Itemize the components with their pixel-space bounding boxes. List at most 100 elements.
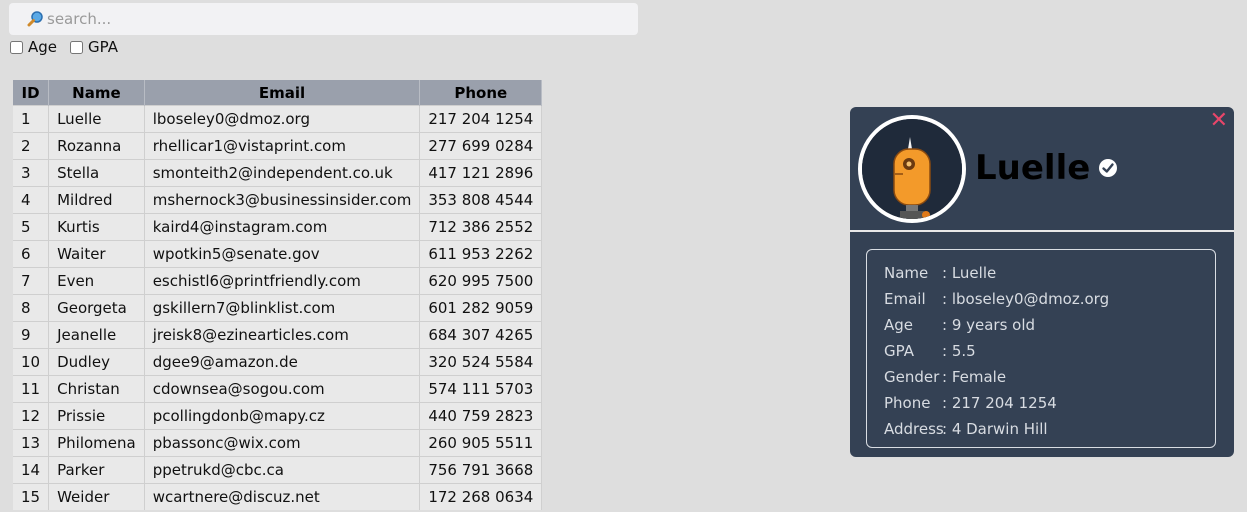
- gpa-checkbox[interactable]: [70, 40, 84, 54]
- filter-age[interactable]: Age: [9, 38, 57, 56]
- students-table: ID Name Email Phone 1 Luelle lboseley0@dmo…: [13, 80, 543, 510]
- cell-id: 3: [13, 159, 50, 187]
- cell-name: Kurtis: [48, 213, 145, 241]
- table-row[interactable]: 11 Christan cdownsea@sogou.com 574 111 5703: [13, 375, 543, 403]
- table-row[interactable]: 1 Luelle lboseley0@dmoz.org 217 204 1254: [13, 105, 543, 133]
- detail-label: Phone: [884, 394, 931, 412]
- detail-value: : 217 204 1254: [942, 394, 1057, 412]
- cell-id: 9: [13, 321, 50, 349]
- detail-label: Gender: [884, 368, 940, 386]
- table-row[interactable]: 12 Prissie pcollingdonb@mapy.cz 440 759 282…: [13, 402, 543, 430]
- cell-name: Mildred: [48, 186, 145, 214]
- cell-name: Prissie: [48, 402, 145, 430]
- detail-value: : 5.5: [942, 342, 976, 360]
- close-icon[interactable]: ✕: [1210, 108, 1228, 133]
- robot-avatar-icon: [862, 119, 962, 219]
- cell-email: ppetrukd@cbc.ca: [144, 456, 421, 484]
- detail-row: Gender: Female: [884, 364, 1215, 390]
- cell-name: Jeanelle: [48, 321, 145, 349]
- detail-value: : 9 years old: [942, 316, 1036, 334]
- cell-email: wcartnere@discuz.net: [144, 483, 421, 510]
- cell-name: Even: [48, 267, 145, 295]
- profile-details: Name: Luelle Email : lboseley0@dmoz.org Age…: [866, 249, 1216, 448]
- table-row[interactable]: 14 Parker ppetrukd@cbc.ca 756 791 3668: [13, 456, 543, 484]
- cell-email: rhellicar1@vistaprint.com: [144, 132, 421, 160]
- cell-email: eschistl6@printfriendly.com: [144, 267, 421, 295]
- profile-name-text: Luelle: [975, 148, 1091, 188]
- cell-phone: 574 111 5703: [419, 375, 543, 403]
- cell-name: Georgeta: [48, 294, 145, 322]
- cell-name: Christan: [48, 375, 145, 403]
- detail-label: Email: [884, 290, 926, 308]
- cell-id: 2: [13, 132, 50, 160]
- cell-phone: 260 905 5511: [419, 429, 543, 457]
- cell-phone: 684 307 4265: [419, 321, 543, 349]
- detail-row: Age : 9 years old: [884, 312, 1215, 338]
- cell-phone: 217 204 1254: [419, 105, 543, 133]
- cell-email: mshernock3@businessinsider.com: [144, 186, 421, 214]
- cell-name: Waiter: [48, 240, 145, 268]
- cell-email: jreisk8@ezinearticles.com: [144, 321, 421, 349]
- cell-name: Luelle: [48, 105, 145, 133]
- table-row[interactable]: 4 Mildred mshernock3@businessinsider.com 35…: [13, 186, 543, 214]
- cell-name: Stella: [48, 159, 145, 187]
- column-header-name[interactable]: Name: [48, 80, 145, 106]
- table-row[interactable]: 7 Even eschistl6@printfriendly.com 620 995 …: [13, 267, 543, 295]
- detail-value: : 4 Darwin Hill: [942, 420, 1048, 438]
- cell-id: 8: [13, 294, 50, 322]
- search-icon: [27, 11, 43, 27]
- card-divider: [850, 230, 1234, 232]
- cell-email: pbassonc@wix.com: [144, 429, 421, 457]
- detail-row: GPA : 5.5: [884, 338, 1215, 364]
- cell-email: wpotkin5@senate.gov: [144, 240, 421, 268]
- detail-label: Age: [884, 316, 914, 334]
- search-bar[interactable]: [9, 3, 638, 35]
- filter-gpa[interactable]: GPA: [69, 38, 118, 56]
- table-row[interactable]: 3 Stella smonteith2@independent.co.uk 417 1…: [13, 159, 543, 187]
- detail-row: Name: Luelle: [884, 260, 1215, 286]
- cell-name: Weider: [48, 483, 145, 510]
- gpa-label: GPA: [88, 38, 118, 56]
- detail-value: : lboseley0@dmoz.org: [942, 290, 1110, 308]
- cell-email: smonteith2@independent.co.uk: [144, 159, 421, 187]
- table-row[interactable]: 8 Georgeta gskillern7@blinklist.com 601 282…: [13, 294, 543, 322]
- detail-label: GPA: [884, 342, 914, 360]
- table-row[interactable]: 5 Kurtis kaird4@instagram.com 712 386 2552: [13, 213, 543, 241]
- cell-id: 10: [13, 348, 50, 376]
- cell-id: 6: [13, 240, 50, 268]
- cell-email: kaird4@instagram.com: [144, 213, 421, 241]
- cell-email: pcollingdonb@mapy.cz: [144, 402, 421, 430]
- cell-id: 15: [13, 483, 50, 510]
- cell-phone: 440 759 2823: [419, 402, 543, 430]
- cell-phone: 712 386 2552: [419, 213, 543, 241]
- cell-id: 11: [13, 375, 50, 403]
- avatar: [858, 115, 966, 223]
- cell-id: 13: [13, 429, 50, 457]
- table-row[interactable]: 15 Weider wcartnere@discuz.net 172 268 0634: [13, 483, 543, 510]
- cell-phone: 353 808 4544: [419, 186, 543, 214]
- detail-value: : Luelle: [942, 264, 997, 282]
- table-row[interactable]: 10 Dudley dgee9@amazon.de 320 524 5584: [13, 348, 543, 376]
- column-header-email[interactable]: Email: [144, 80, 421, 106]
- detail-label: Address: [884, 420, 944, 438]
- cell-phone: 172 268 0634: [419, 483, 543, 510]
- cell-phone: 320 524 5584: [419, 348, 543, 376]
- cell-email: lboseley0@dmoz.org: [144, 105, 421, 133]
- cell-id: 7: [13, 267, 50, 295]
- cell-phone: 417 121 2896: [419, 159, 543, 187]
- table-row[interactable]: 9 Jeanelle jreisk8@ezinearticles.com 684 30…: [13, 321, 543, 349]
- profile-name: Luelle: [975, 148, 1118, 188]
- table-row[interactable]: 2 Rozanna rhellicar1@vistaprint.com 277 699…: [13, 132, 543, 160]
- age-label: Age: [28, 38, 58, 56]
- verified-check-icon: [1099, 159, 1118, 177]
- search-input[interactable]: [47, 10, 607, 28]
- column-header-id[interactable]: ID: [13, 80, 50, 106]
- cell-name: Parker: [48, 456, 145, 484]
- detail-row: Email : lboseley0@dmoz.org: [884, 286, 1215, 312]
- column-header-phone[interactable]: Phone: [419, 80, 543, 106]
- table-row[interactable]: 6 Waiter wpotkin5@senate.gov 611 953 2262: [13, 240, 543, 268]
- detail-row: Address: 4 Darwin Hill: [884, 416, 1215, 442]
- cell-id: 12: [13, 402, 50, 430]
- age-checkbox[interactable]: [10, 40, 23, 54]
- table-row[interactable]: 13 Philomena pbassonc@wix.com 260 905 5511: [13, 429, 543, 457]
